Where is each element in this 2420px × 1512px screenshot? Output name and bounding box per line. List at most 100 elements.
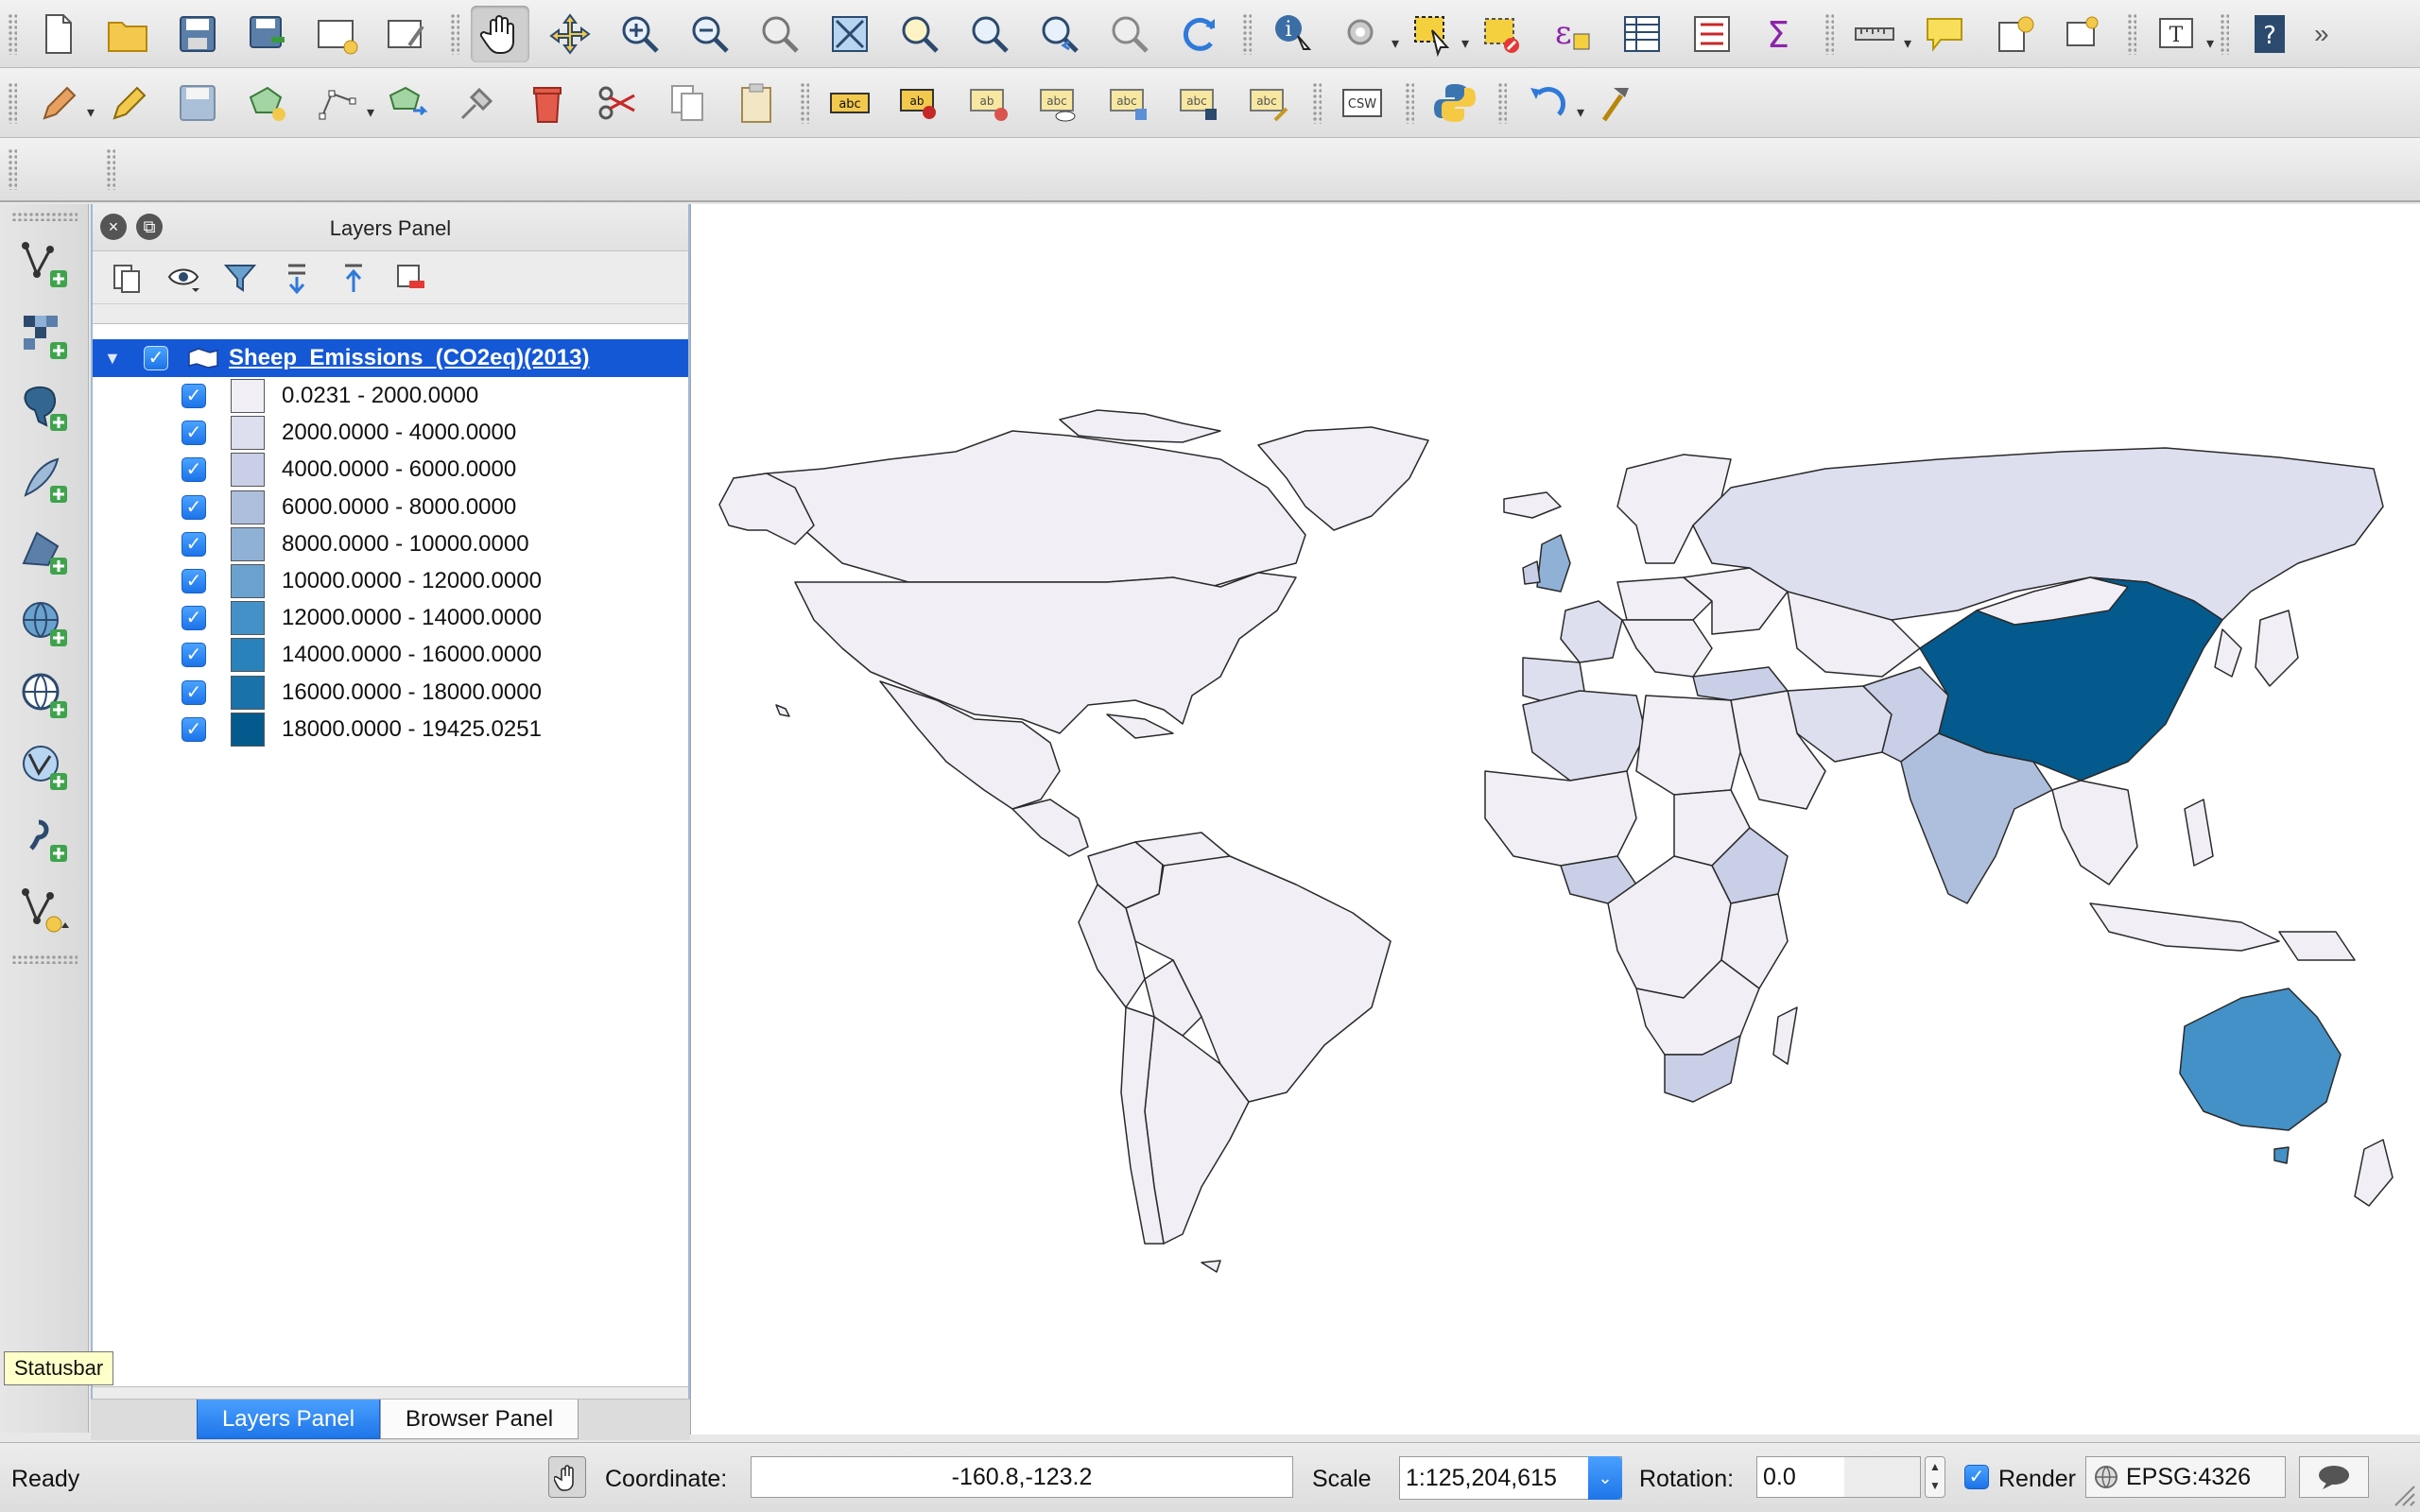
text-annotation-icon[interactable]: T ▾ [2148,6,2214,62]
toolbar-grip[interactable] [450,12,459,55]
toolbar-grip[interactable] [2127,12,2136,55]
layer-visibility-checkbox[interactable]: ✓ [144,346,168,370]
legend-item[interactable]: ✓ 10000.0000 - 12000.0000 [182,562,542,600]
delete-selected-icon[interactable] [518,75,577,131]
zoom-next-icon[interactable] [1100,6,1159,62]
select-features-icon[interactable]: ▾ [1403,6,1469,62]
toolbar-grip[interactable] [10,954,78,964]
toggle-editing-icon[interactable] [98,75,157,131]
toolbar-grip[interactable] [10,212,78,221]
cut-features-icon[interactable] [588,75,647,131]
toolbar-grip[interactable] [2220,12,2229,55]
label-properties-icon[interactable]: abc [1240,75,1299,131]
save-as-icon[interactable] [238,6,297,62]
legend-item-checkbox[interactable]: ✓ [182,679,206,705]
pan-to-selection-icon[interactable] [541,6,599,62]
legend-item-checkbox[interactable]: ✓ [182,384,206,408]
copy-features-icon[interactable] [658,75,717,131]
toolbar-grip[interactable] [1405,81,1414,124]
legend-item-checkbox[interactable]: ✓ [182,457,206,483]
refresh-icon[interactable] [1170,6,1229,62]
label-tool-icon[interactable]: abc [821,75,879,131]
expression-select-icon[interactable]: ε [1543,6,1601,62]
resize-grip-icon[interactable] [2390,1481,2416,1507]
deselect-icon[interactable] [1473,6,1531,62]
move-feature-icon[interactable] [378,75,437,131]
new-shapefile-layer-icon[interactable] [0,875,89,947]
add-feature-icon[interactable] [238,75,297,131]
add-postgis-layer-icon[interactable] [0,372,89,444]
current-edits-icon[interactable]: ▾ [28,75,95,131]
filter-legend-icon[interactable] [212,254,268,301]
help-icon[interactable]: ? [2240,6,2299,62]
new-bookmark-icon[interactable] [1985,6,2044,62]
action-icon[interactable]: ▾ [1333,6,1399,62]
zoom-to-layer-icon[interactable] [960,6,1019,62]
new-print-composer-icon[interactable] [308,6,367,62]
map-canvas[interactable] [690,204,2420,1435]
pan-map-icon[interactable] [471,5,529,62]
statistical-summary-icon[interactable] [1683,6,1741,62]
add-group-icon[interactable] [98,254,155,301]
add-vector-layer-icon[interactable] [0,229,89,301]
field-calculator-icon[interactable]: Σ [1753,6,1811,62]
save-project-icon[interactable] [168,6,227,62]
expand-all-icon[interactable] [268,254,325,301]
legend-item[interactable]: ✓ 6000.0000 - 8000.0000 [182,489,516,526]
legend-item-checkbox[interactable]: ✓ [182,606,206,631]
measure-icon[interactable]: ▾ [1845,6,1911,62]
collapse-arrow-icon[interactable]: ▼ [104,349,132,369]
map-tips-icon[interactable] [1915,6,1974,62]
legend-item-checkbox[interactable]: ✓ [182,494,206,520]
zoom-to-selection-icon[interactable] [890,6,949,62]
new-project-icon[interactable] [28,6,87,62]
layer-name[interactable]: Sheep_Emissions_(CO2eq)(2013) [229,345,589,371]
render-checkbox[interactable]: ✓ [1964,1465,1989,1489]
legend-item-checkbox[interactable]: ✓ [182,531,206,557]
toolbar-grip[interactable] [1242,12,1252,55]
tab-layers-panel[interactable]: Layers Panel [197,1400,380,1439]
toolbar-grip[interactable] [1497,81,1507,124]
change-label-icon[interactable]: abc [1170,75,1229,131]
toolbar-grip[interactable] [106,148,115,190]
rotation-field[interactable]: 0.0 [1756,1456,1921,1498]
crs-button[interactable]: EPSG:4326 [2085,1456,2286,1498]
node-tool-icon[interactable]: ▾ [308,75,374,131]
add-wcs-layer-icon[interactable] [0,660,89,731]
legend-item[interactable]: ✓ 14000.0000 - 16000.0000 [182,636,542,674]
legend-item-checkbox[interactable]: ✓ [182,421,206,446]
toolbar-grip[interactable] [800,81,809,124]
undo-icon[interactable]: ▾ [1518,75,1584,131]
collapse-all-icon[interactable] [325,254,382,301]
coordinate-field[interactable]: -160.8,-123.2 [751,1456,1293,1498]
rotation-spinner-icon[interactable]: ▲ ▼ [1925,1456,1945,1498]
toolbar-grip[interactable] [1312,81,1322,124]
legend-item[interactable]: ✓ 8000.0000 - 10000.0000 [182,525,529,563]
save-layer-edits-icon[interactable] [168,75,227,131]
paste-features-icon[interactable] [728,75,786,131]
toolbar-grip[interactable] [8,81,17,124]
toolbar-grip[interactable] [8,12,17,55]
processing-toolbox-icon[interactable] [1588,75,1647,131]
add-spatialite-layer-icon[interactable] [0,444,89,516]
add-delimited-text-layer-icon[interactable] [0,803,89,875]
show-hide-labels-icon[interactable]: ab [960,75,1019,131]
legend-item-checkbox[interactable]: ✓ [182,716,206,742]
pin-labels-icon[interactable]: ab [890,75,949,131]
zoom-full-icon[interactable] [821,6,879,62]
identify-icon[interactable]: i [1263,6,1322,62]
add-raster-layer-icon[interactable] [0,301,89,372]
legend-item[interactable]: ✓ 18000.0000 - 19425.0251 [182,711,542,748]
zoom-native-icon[interactable] [751,6,809,62]
legend-item-checkbox[interactable]: ✓ [182,569,206,593]
move-label-icon[interactable]: abc [1030,75,1089,131]
python-console-icon[interactable] [1426,75,1484,131]
scale-dropdown-icon[interactable]: ⌄ [1588,1456,1622,1500]
remove-layer-icon[interactable] [382,254,439,301]
add-wms-layer-icon[interactable] [0,588,89,660]
attribute-table-icon[interactable] [1613,6,1671,62]
legend-item[interactable]: ✓ 4000.0000 - 6000.0000 [182,451,516,489]
digitize-icon[interactable] [448,75,507,131]
messages-icon[interactable] [2299,1456,2369,1498]
toolbar-grip[interactable] [1824,12,1834,55]
